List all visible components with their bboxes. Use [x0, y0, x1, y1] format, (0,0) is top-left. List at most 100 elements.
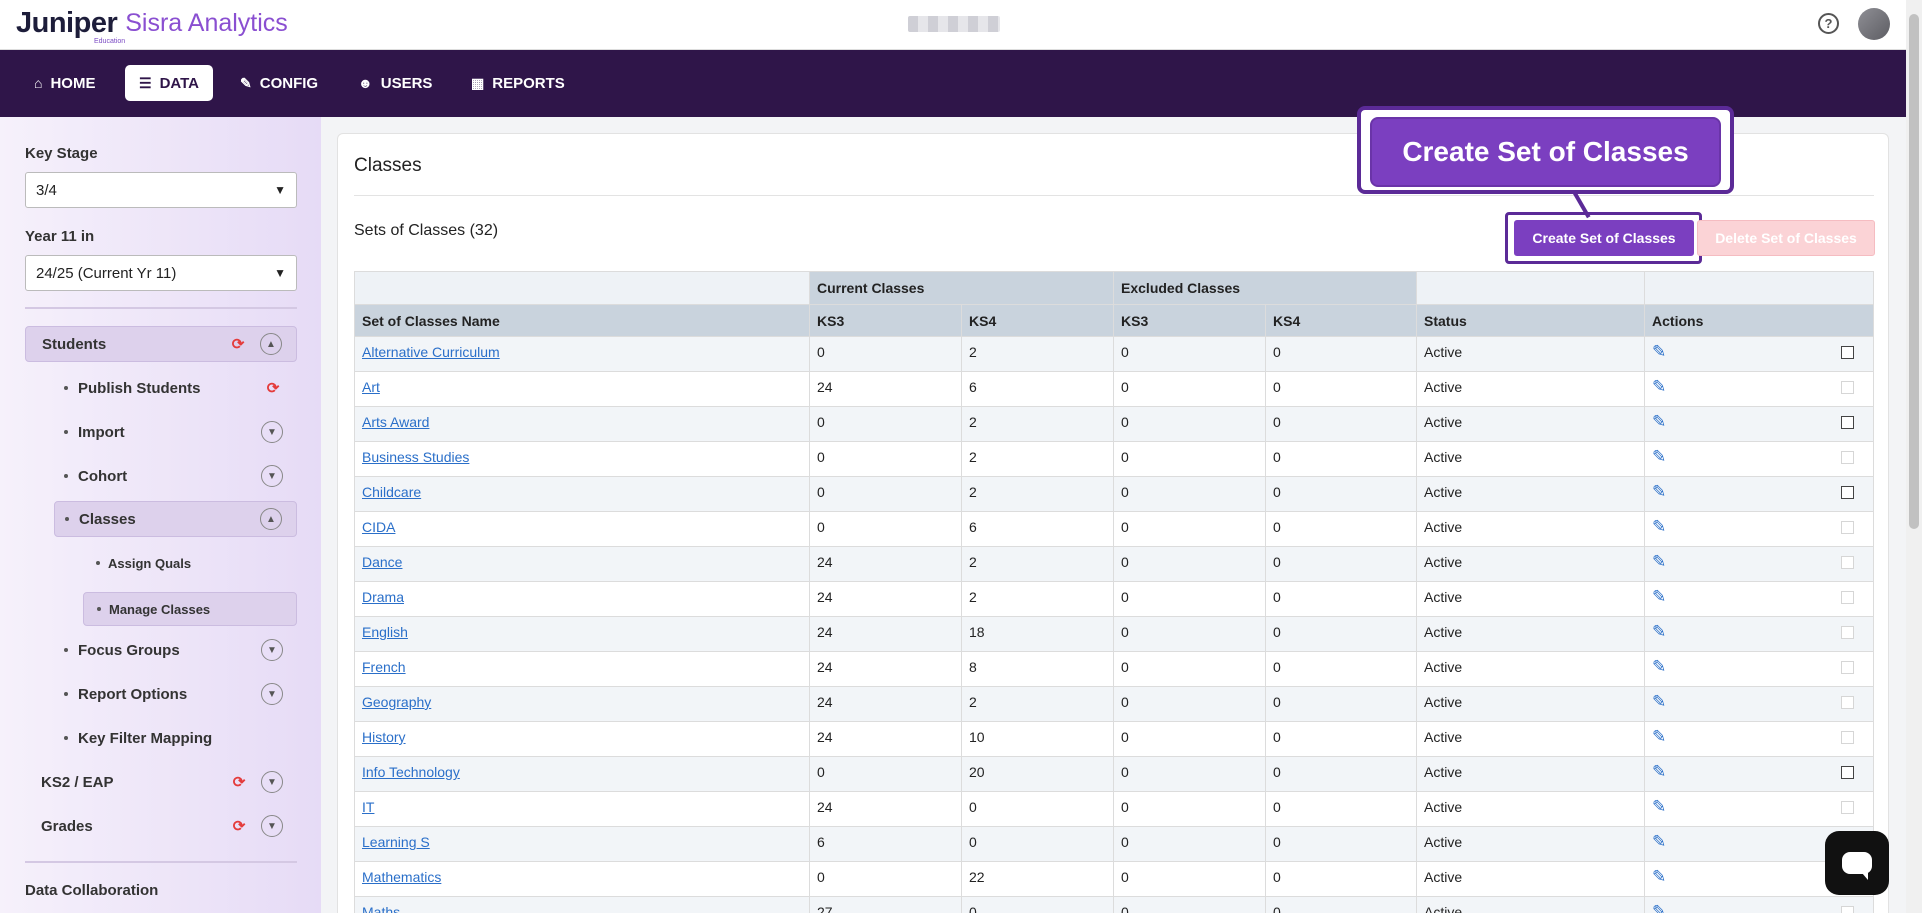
set-name-link[interactable]: Learning S	[362, 834, 430, 850]
sidebar-item-label: Focus Groups	[78, 641, 180, 659]
edit-icon[interactable]: ✎	[1652, 798, 1670, 817]
edit-icon[interactable]: ✎	[1652, 518, 1670, 537]
sidebar-item-cohort[interactable]: Cohort ▼	[64, 458, 297, 494]
chat-button[interactable]	[1825, 831, 1889, 895]
chevron-down-icon[interactable]: ▼	[261, 815, 283, 837]
row-select-checkbox[interactable]	[1841, 766, 1855, 779]
sidebar-item-manage-classes[interactable]: Manage Classes	[83, 592, 297, 626]
create-set-button[interactable]: Create Set of Classes	[1514, 220, 1694, 256]
sidebar-item-import[interactable]: Import ▼	[64, 414, 297, 450]
scrollbar-thumb[interactable]	[1909, 14, 1919, 529]
edit-icon[interactable]: ✎	[1652, 343, 1670, 362]
edit-icon[interactable]: ✎	[1652, 868, 1670, 887]
set-name-link[interactable]: Art	[362, 379, 380, 395]
sidebar-item-label: KS2 / EAP	[41, 773, 114, 791]
sidebar-item-classes[interactable]: Classes ▲	[54, 501, 297, 537]
cell-status: Active	[1416, 721, 1646, 757]
refresh-icon[interactable]: ⟳	[229, 816, 249, 836]
key-stage-select[interactable]: 3/4 ▼	[25, 172, 297, 208]
chevron-down-icon[interactable]: ▼	[261, 465, 283, 487]
refresh-icon[interactable]: ⟳	[263, 378, 283, 398]
cell-current-ks3: 24	[809, 616, 962, 652]
set-name-link[interactable]: Maths	[362, 904, 400, 913]
edit-icon[interactable]: ✎	[1652, 448, 1670, 467]
edit-icon[interactable]: ✎	[1652, 483, 1670, 502]
set-name-link[interactable]: Info Technology	[362, 764, 460, 780]
nav-home[interactable]: ⌂ HOME	[20, 65, 109, 101]
set-name-link[interactable]: Arts Award	[362, 414, 429, 430]
chevron-down-icon[interactable]: ▼	[261, 683, 283, 705]
set-name-link[interactable]: Childcare	[362, 484, 421, 500]
refresh-icon[interactable]: ⟳	[228, 334, 248, 354]
row-select-checkbox	[1841, 731, 1855, 744]
edit-icon[interactable]: ✎	[1652, 658, 1670, 677]
cell-actions: ✎	[1644, 546, 1875, 582]
bullet	[64, 386, 68, 390]
set-name-link[interactable]: IT	[362, 799, 374, 815]
year11-select[interactable]: 24/25 (Current Yr 11) ▼	[25, 255, 297, 291]
edit-icon[interactable]: ✎	[1652, 763, 1670, 782]
cell-status: Active	[1416, 756, 1646, 792]
set-name-link[interactable]: Alternative Curriculum	[362, 344, 500, 360]
edit-icon[interactable]: ✎	[1652, 728, 1670, 747]
avatar[interactable]	[1858, 8, 1890, 40]
sidebar-item-key-filter-mapping[interactable]: Key Filter Mapping	[64, 720, 297, 756]
sidebar-item-report-options[interactable]: Report Options ▼	[64, 676, 297, 712]
edit-icon[interactable]: ✎	[1652, 378, 1670, 397]
set-name-link[interactable]: Drama	[362, 589, 404, 605]
set-name-link[interactable]: Mathematics	[362, 869, 441, 885]
help-icon[interactable]: ?	[1818, 13, 1839, 34]
edit-icon[interactable]: ✎	[1652, 588, 1670, 607]
sidebar-item-students[interactable]: Students ⟳ ▲	[25, 326, 297, 362]
set-name-link[interactable]: History	[362, 729, 406, 745]
edit-icon[interactable]: ✎	[1652, 623, 1670, 642]
cell-excluded-ks4: 0	[1265, 826, 1418, 862]
sidebar-section-data-collaboration[interactable]: Data Collaboration	[25, 882, 158, 899]
edit-icon[interactable]: ✎	[1652, 833, 1670, 852]
sidebar-item-ks2-eap[interactable]: KS2 / EAP ⟳ ▼	[41, 764, 297, 800]
edit-icon[interactable]: ✎	[1652, 553, 1670, 572]
sidebar-item-focus-groups[interactable]: Focus Groups ▼	[64, 632, 297, 668]
col-header-status[interactable]: Status	[1416, 304, 1646, 337]
callout-create-set-button: Create Set of Classes	[1370, 117, 1721, 187]
col-header-excluded-ks4[interactable]: KS4	[1265, 304, 1418, 337]
col-header-excluded-ks3[interactable]: KS3	[1113, 304, 1267, 337]
chevron-up-icon[interactable]: ▲	[260, 508, 282, 530]
sidebar-item-publish-students[interactable]: Publish Students ⟳	[64, 370, 297, 406]
chevron-up-icon[interactable]: ▲	[260, 333, 282, 355]
nav-data[interactable]: ☰ DATA	[125, 65, 213, 101]
refresh-icon[interactable]: ⟳	[229, 772, 249, 792]
logo[interactable]: Juniper Education Sisra Analytics	[16, 8, 288, 45]
col-header-name[interactable]: Set of Classes Name	[354, 304, 810, 337]
nav-users[interactable]: ☻ USERS	[344, 65, 446, 101]
nav-reports[interactable]: ▦ REPORTS	[457, 65, 579, 101]
cell-excluded-ks4: 0	[1265, 791, 1418, 827]
set-name-link[interactable]: French	[362, 659, 406, 675]
chevron-down-icon[interactable]: ▼	[261, 771, 283, 793]
edit-icon[interactable]: ✎	[1652, 903, 1670, 913]
cell-actions: ✎	[1644, 406, 1875, 442]
edit-icon[interactable]: ✎	[1652, 413, 1670, 432]
sidebar-item-grades[interactable]: Grades ⟳ ▼	[41, 808, 297, 844]
cell-excluded-ks3: 0	[1113, 406, 1267, 442]
chevron-down-icon[interactable]: ▼	[261, 639, 283, 661]
sidebar-item-assign-quals[interactable]: Assign Quals	[96, 545, 297, 581]
cell-status: Active	[1416, 826, 1646, 862]
set-name-link[interactable]: Geography	[362, 694, 431, 710]
row-select-checkbox[interactable]	[1841, 486, 1855, 499]
row-select-checkbox[interactable]	[1841, 416, 1855, 429]
set-name-link[interactable]: Business Studies	[362, 449, 469, 465]
nav-config[interactable]: ✎ CONFIG	[226, 65, 332, 101]
delete-set-button[interactable]: Delete Set of Classes	[1697, 220, 1875, 256]
set-name-link[interactable]: CIDA	[362, 519, 395, 535]
set-name-link[interactable]: Dance	[362, 554, 402, 570]
cell-excluded-ks4: 0	[1265, 371, 1418, 407]
cell-status: Active	[1416, 546, 1646, 582]
row-select-checkbox[interactable]	[1841, 346, 1855, 359]
col-header-current-ks4[interactable]: KS4	[960, 304, 1115, 337]
col-header-current-ks3[interactable]: KS3	[809, 304, 962, 337]
bullet	[64, 648, 68, 652]
set-name-link[interactable]: English	[362, 624, 408, 640]
edit-icon[interactable]: ✎	[1652, 693, 1670, 712]
chevron-down-icon[interactable]: ▼	[261, 421, 283, 443]
